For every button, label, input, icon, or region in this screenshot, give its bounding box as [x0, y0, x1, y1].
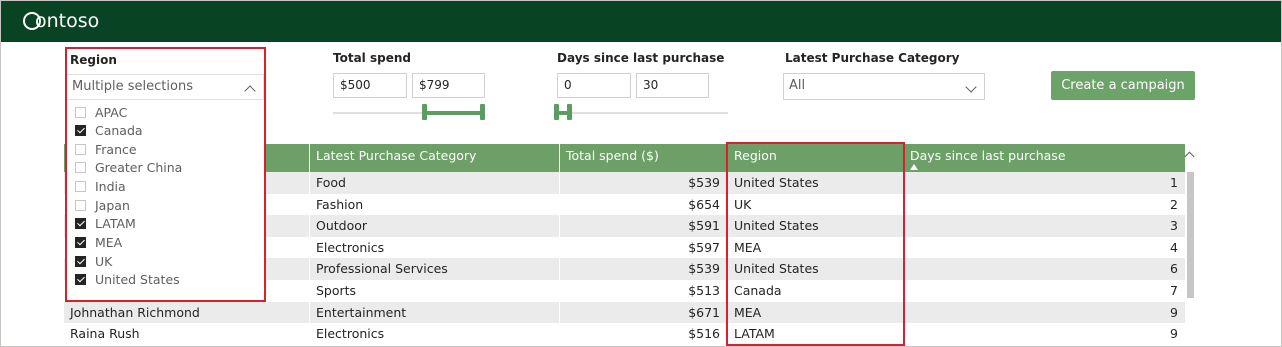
table-scrollbar[interactable] — [1187, 172, 1194, 298]
option-label: UK — [95, 253, 113, 269]
checkbox-checked-icon[interactable] — [75, 255, 86, 267]
region-option-india[interactable]: India — [75, 178, 126, 196]
cell-total-spend: $513 — [559, 280, 727, 302]
cell-total-spend: $539 — [559, 258, 727, 280]
scroll-up-icon[interactable] — [1184, 151, 1195, 162]
region-option-canada[interactable]: Canada — [75, 122, 143, 140]
option-label: France — [95, 141, 137, 157]
cell-category: Outdoor — [309, 215, 559, 237]
option-label: MEA — [95, 235, 123, 250]
cell-category: Electronics — [309, 323, 559, 345]
region-label: Region — [70, 53, 117, 67]
cell-name: Johnathan Richmond — [70, 304, 200, 320]
region-option-japan[interactable]: Japan — [75, 196, 130, 214]
create-campaign-button[interactable]: Create a campaign — [1051, 71, 1195, 100]
cell-category: Entertainment — [309, 301, 559, 324]
contoso-logo: ontoso — [23, 8, 100, 34]
days-since-min-input[interactable]: 0 — [557, 73, 631, 98]
cell-days-since: 7 — [903, 280, 1185, 302]
cell-days-since: 4 — [903, 236, 1185, 259]
option-label: Japan — [95, 197, 130, 213]
cell-category: Fashion — [309, 193, 559, 216]
table-row[interactable]: Raina Rush Electronics $516 LATAM 9 — [64, 323, 1185, 345]
checkbox-icon[interactable] — [75, 143, 86, 155]
days-since-min-handle[interactable] — [554, 104, 559, 120]
column-header-days-since[interactable]: Days since last purchase — [903, 144, 1185, 172]
cell-days-since: 6 — [903, 258, 1185, 280]
chevron-up-icon — [244, 85, 256, 97]
option-label: United States — [95, 272, 180, 287]
cell-total-spend: $597 — [559, 236, 727, 259]
region-option-france[interactable]: France — [75, 140, 137, 158]
table-row[interactable]: Johnathan Richmond Entertainment $671 ME… — [64, 301, 1185, 324]
checkbox-icon[interactable] — [75, 162, 86, 173]
cell-region: United States — [727, 172, 903, 194]
cell-region: MEA — [727, 236, 903, 259]
cell-total-spend: $516 — [559, 323, 727, 345]
region-option-latam[interactable]: LATAM — [75, 215, 136, 233]
option-label: Greater China — [95, 160, 183, 175]
region-dropdown-value: Multiple selections — [72, 79, 193, 94]
total-spend-slider-range — [425, 111, 484, 115]
chevron-down-icon — [965, 81, 977, 93]
checkbox-icon[interactable] — [75, 181, 86, 192]
cell-days-since: 2 — [903, 193, 1185, 216]
days-since-max-input[interactable]: 30 — [636, 73, 709, 98]
category-dropdown-value: All — [789, 78, 806, 93]
cell-days-since: 3 — [903, 215, 1185, 237]
header-bar: ontoso — [1, 1, 1281, 42]
region-option-united-states[interactable]: United States — [75, 271, 180, 289]
option-label: APAC — [95, 104, 128, 120]
report-canvas: ontoso Total spend $500 $799 Days since … — [0, 0, 1282, 347]
cell-total-spend: $591 — [559, 215, 727, 237]
cell-category: Food — [309, 172, 559, 194]
sort-ascending-icon[interactable] — [910, 164, 918, 170]
option-label: LATAM — [95, 216, 136, 231]
region-slicer-panel: Region Multiple selections APAC Canada F… — [66, 48, 265, 301]
cell-days-since: 1 — [903, 172, 1185, 194]
cell-days-since: 9 — [903, 301, 1185, 324]
cell-total-spend: $671 — [559, 301, 727, 324]
cell-region: MEA — [727, 301, 903, 324]
region-option-mea[interactable]: MEA — [75, 234, 122, 252]
total-spend-label: Total spend — [333, 51, 411, 65]
cell-category: Sports — [309, 280, 559, 302]
cell-region: United States — [727, 215, 903, 237]
checkbox-checked-icon[interactable] — [75, 218, 86, 229]
checkbox-icon[interactable] — [75, 106, 86, 118]
cell-total-spend: $654 — [559, 193, 727, 216]
region-option-uk[interactable]: UK — [75, 252, 112, 270]
checkbox-checked-icon[interactable] — [75, 237, 86, 248]
region-dropdown[interactable]: Multiple selections — [66, 74, 264, 100]
cell-region: UK — [727, 193, 903, 216]
column-header-total-spend[interactable]: Total spend ($) — [559, 144, 727, 172]
cell-total-spend: $539 — [559, 172, 727, 194]
checkbox-checked-icon[interactable] — [75, 125, 86, 136]
cell-category: Electronics — [309, 236, 559, 259]
days-since-max-handle[interactable] — [567, 104, 572, 120]
option-label: Canada — [95, 123, 143, 138]
cell-region: Canada — [727, 280, 903, 302]
cell-region: United States — [727, 258, 903, 280]
region-option-apac[interactable]: APAC — [75, 103, 127, 121]
total-spend-max-handle[interactable] — [480, 104, 485, 120]
column-header-category[interactable]: Latest Purchase Category — [309, 144, 559, 172]
column-header-region[interactable]: Region — [727, 144, 903, 172]
cell-category: Professional Services — [309, 258, 559, 280]
days-since-label: Days since last purchase — [557, 51, 725, 65]
category-label: Latest Purchase Category — [785, 51, 960, 65]
days-since-slider-track[interactable] — [557, 112, 728, 114]
category-dropdown[interactable]: All — [783, 73, 985, 100]
logo-text: ontoso — [35, 10, 100, 32]
cell-name: Raina Rush — [70, 326, 140, 342]
checkbox-checked-icon[interactable] — [75, 274, 86, 285]
cell-region: LATAM — [727, 323, 903, 345]
total-spend-min-handle[interactable] — [422, 104, 427, 120]
total-spend-max-input[interactable]: $799 — [412, 73, 485, 98]
cell-days-since: 9 — [903, 323, 1185, 345]
option-label: India — [95, 179, 126, 194]
region-option-greater-china[interactable]: Greater China — [75, 159, 182, 177]
checkbox-icon[interactable] — [75, 199, 86, 211]
total-spend-min-input[interactable]: $500 — [333, 73, 407, 98]
